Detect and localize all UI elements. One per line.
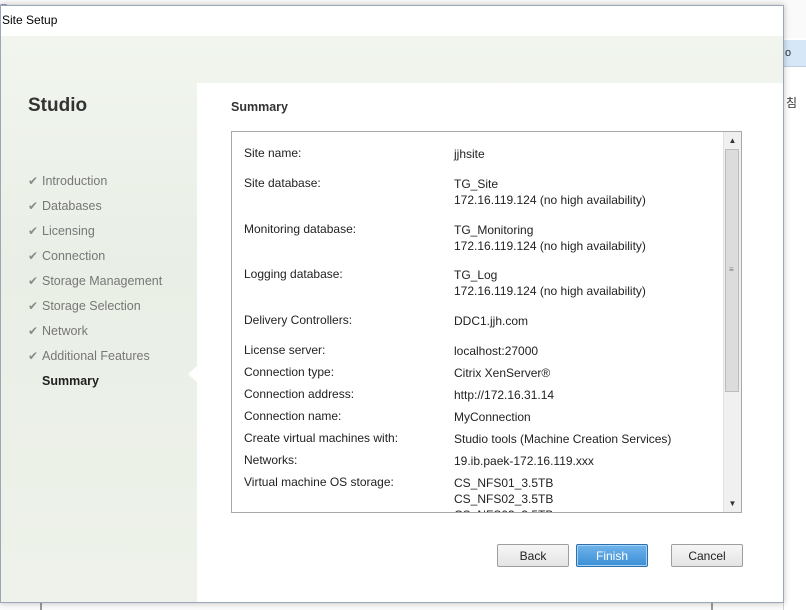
wizard-step-label: Databases: [42, 199, 102, 213]
summary-value: http://172.16.31.14: [454, 387, 554, 403]
wizard-step-summary[interactable]: Summary: [28, 371, 162, 396]
summary-value-line: 172.16.119.124 (no high availability): [454, 193, 646, 207]
summary-label: Monitoring database:: [244, 222, 357, 236]
scroll-down-arrow-icon[interactable]: ▼: [724, 495, 741, 512]
summary-value-line: 19.ib.paek-172.16.119.xxx: [454, 454, 594, 468]
wizard-step-label: Licensing: [42, 224, 95, 238]
wizard-step-label: Network: [42, 324, 88, 338]
wizard-step-label: Summary: [42, 374, 99, 388]
summary-value-line: TG_Log: [454, 268, 498, 282]
summary-label: Connection type:: [244, 365, 335, 379]
scroll-up-arrow-icon[interactable]: ▲: [724, 132, 741, 149]
vertical-scrollbar[interactable]: ▲ ≡ ▼: [723, 132, 741, 512]
wizard-step-label: Storage Management: [42, 274, 163, 288]
summary-value: MyConnection: [454, 409, 531, 425]
checkmark-icon: ✔: [28, 174, 39, 188]
summary-value-line: CS_NFS01_3.5TB: [454, 476, 554, 490]
wizard-step-label: Connection: [42, 249, 106, 263]
summary-value-line: Citrix XenServer®: [454, 366, 551, 380]
summary-value-line: TG_Monitoring: [454, 223, 534, 237]
studio-brand: Studio: [28, 95, 88, 116]
summary-value: Studio tools (Machine Creation Services): [454, 431, 671, 447]
dialog-body: Studio ✔ Introduction ✔ Databases ✔ Licensing…: [1, 36, 783, 602]
cancel-button[interactable]: Cancel: [671, 544, 743, 567]
summary-value: CS_NFS01_3.5TB CS_NFS02_3.5TBCS_NFS03_3.5…: [454, 475, 554, 512]
summary-value-line: 172.16.119.124 (no high availability): [454, 239, 646, 253]
summary-list[interactable]: Site name: jjhsite Site database: TG_Site 17…: [231, 131, 742, 513]
active-step-pointer: [188, 366, 197, 382]
wizard-step-introduction[interactable]: ✔ Introduction: [28, 171, 162, 196]
background-label: 침: [786, 96, 798, 110]
wizard-step-storage-management[interactable]: ✔ Storage Management: [28, 271, 162, 296]
wizard-step-label: Additional Features: [42, 349, 150, 363]
summary-label: Site database:: [244, 176, 321, 190]
wizard-steps: ✔ Introduction ✔ Databases ✔ Licensing ✔ Connec…: [28, 171, 162, 396]
summary-label: Site name:: [244, 146, 302, 160]
main-panel: Summary Site name: jjhsite Site database: T…: [197, 83, 783, 602]
summary-label: Connection address:: [244, 387, 355, 401]
summary-value-line: CS_NFS02_3.5TB: [454, 492, 554, 506]
summary-label: Connection name:: [244, 409, 342, 423]
summary-value-line: MyConnection: [454, 410, 531, 424]
summary-value-line: TG_Site: [454, 177, 499, 191]
summary-value: jjhsite: [454, 146, 485, 162]
summary-label: Virtual machine OS storage:: [244, 475, 394, 489]
wizard-step-additional-features[interactable]: ✔ Additional Features: [28, 346, 162, 371]
checkmark-icon: ✔: [28, 299, 39, 313]
wizard-step-storage-selection[interactable]: ✔ Storage Selection: [28, 296, 162, 321]
summary-value: TG_Site 172.16.119.124 (no high availabil…: [454, 176, 646, 208]
summary-value: Citrix XenServer®: [454, 365, 550, 381]
summary-label: Delivery Controllers:: [244, 313, 353, 327]
summary-label: Create virtual machines with:: [244, 431, 399, 445]
summary-value: TG_Log 172.16.119.124 (no high availabili…: [454, 267, 646, 299]
background-tab[interactable]: o: [783, 40, 806, 67]
summary-value-line: DDC1.jjh.com: [454, 314, 529, 328]
wizard-step-databases[interactable]: ✔ Databases: [28, 196, 162, 221]
summary-value-line: Studio tools (Machine Creation Services): [454, 432, 672, 446]
summary-value: 19.ib.paek-172.16.119.xxx: [454, 453, 594, 469]
title-bar[interactable]: Site Setup: [1, 6, 783, 36]
summary-label: License server:: [244, 343, 326, 357]
site-setup-dialog: Site Setup Studio ✔ Introduction ✔ Database…: [0, 5, 784, 603]
summary-value-line: CS_NFS03_3.5TB: [454, 507, 553, 512]
checkmark-icon: ✔: [28, 249, 39, 263]
summary-value-line: jjhsite: [454, 147, 485, 161]
page-title: Summary: [231, 100, 288, 114]
background-panel: [783, 38, 806, 610]
wizard-step-label: Storage Selection: [42, 299, 141, 313]
grip-icon: ≡: [729, 265, 734, 274]
wizard-step-connection[interactable]: ✔ Connection: [28, 246, 162, 271]
summary-value-line: localhost:27000: [454, 344, 539, 358]
checkmark-icon: ✔: [28, 224, 39, 238]
summary-value: localhost:27000: [454, 343, 538, 359]
window-title: Site Setup: [2, 13, 58, 27]
summary-value-line: http://172.16.31.14: [454, 388, 555, 402]
checkmark-icon: ✔: [28, 199, 39, 213]
wizard-step-label: Introduction: [42, 174, 108, 188]
checkmark-icon: ✔: [28, 349, 39, 363]
summary-label: Networks:: [244, 453, 298, 467]
wizard-step-licensing[interactable]: ✔ Licensing: [28, 221, 162, 246]
back-button[interactable]: Back: [497, 544, 569, 567]
finish-button[interactable]: Finish: [576, 544, 648, 567]
checkmark-icon: ✔: [28, 274, 39, 288]
wizard-step-network[interactable]: ✔ Network: [28, 321, 162, 346]
scrollbar-thumb[interactable]: ≡: [725, 149, 739, 392]
summary-value: TG_Monitoring 172.16.119.124 (no high ava…: [454, 222, 646, 254]
summary-value: DDC1.jjh.com: [454, 313, 528, 329]
checkmark-icon: ✔: [28, 324, 39, 338]
summary-value-line: 172.16.119.124 (no high availability): [454, 284, 646, 298]
summary-label: Logging database:: [244, 267, 343, 281]
